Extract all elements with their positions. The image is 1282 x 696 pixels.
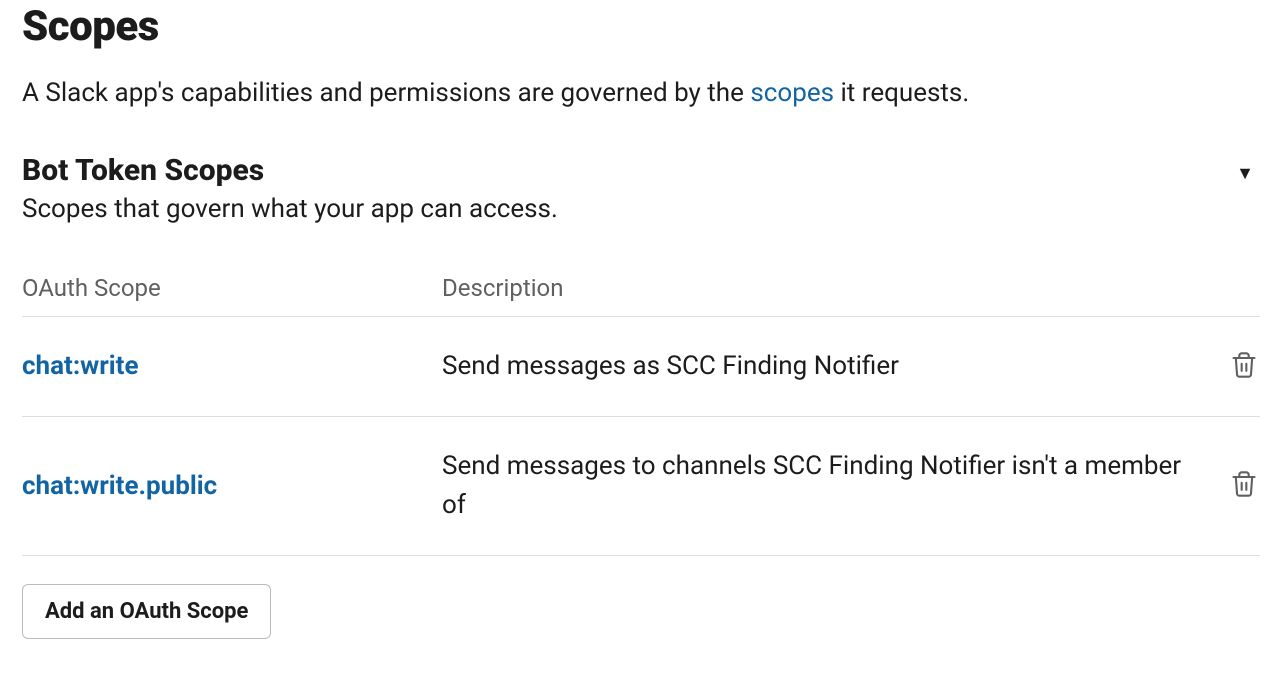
scope-description: Send messages as SCC Finding Notifier — [442, 347, 1206, 386]
table-row: chat:write Send messages as SCC Finding … — [22, 317, 1260, 417]
delete-scope-button[interactable] — [1228, 349, 1260, 384]
section-title: Bot Token Scopes — [22, 153, 264, 188]
intro-text: A Slack app's capabilities and permissio… — [22, 75, 1260, 113]
collapse-caret-icon[interactable]: ▼ — [1236, 163, 1254, 184]
scopes-table: OAuth Scope Description chat:write Send … — [22, 274, 1260, 556]
table-header-row: OAuth Scope Description — [22, 274, 1260, 317]
delete-scope-button[interactable] — [1228, 468, 1260, 503]
scopes-link[interactable]: scopes — [750, 78, 834, 108]
header-oauth-scope: OAuth Scope — [22, 274, 442, 302]
scope-description: Send messages to channels SCC Finding No… — [442, 447, 1206, 525]
page-title: Scopes — [22, 2, 1260, 51]
add-oauth-scope-button[interactable]: Add an OAuth Scope — [22, 584, 271, 639]
trash-icon — [1230, 470, 1258, 498]
section-subtitle: Scopes that govern what your app can acc… — [22, 194, 1260, 224]
intro-prefix: A Slack app's capabilities and permissio… — [22, 78, 750, 108]
scope-link[interactable]: chat:write — [22, 351, 138, 381]
header-description: Description — [442, 274, 1206, 302]
scope-link[interactable]: chat:write.public — [22, 471, 217, 501]
trash-icon — [1230, 351, 1258, 379]
table-row: chat:write.public Send messages to chann… — [22, 417, 1260, 556]
intro-suffix: it requests. — [834, 78, 969, 108]
